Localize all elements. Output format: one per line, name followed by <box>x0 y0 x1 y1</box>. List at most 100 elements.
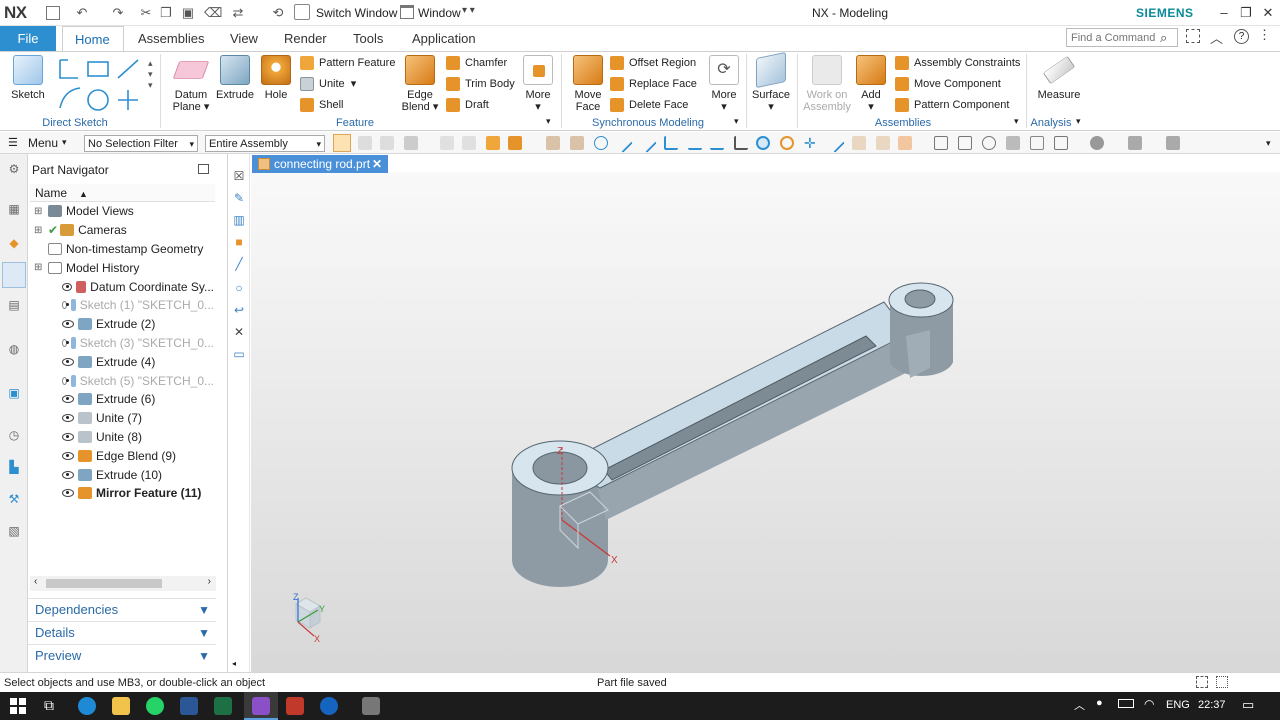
visibility-eye-icon[interactable] <box>62 432 74 441</box>
edge-browser-icon[interactable] <box>78 697 96 715</box>
selection-scope-select[interactable]: Entire Assembly ▾ <box>205 135 325 152</box>
offset-region-button[interactable]: Offset Region <box>610 54 710 72</box>
snap-quadrant-icon[interactable] <box>780 136 794 150</box>
snap-curve-icon[interactable] <box>688 136 702 150</box>
draft-button[interactable]: Draft <box>446 96 526 114</box>
shell-button[interactable]: Shell <box>300 96 400 114</box>
visibility-eye-icon[interactable] <box>62 395 74 404</box>
redo-icon[interactable]: ↷ <box>110 5 126 21</box>
render-style-icon[interactable] <box>1090 136 1104 150</box>
hd3d-tools-icon[interactable]: ◍ <box>6 342 22 358</box>
visibility-eye-icon[interactable] <box>62 282 72 291</box>
full-screen-icon[interactable] <box>1186 29 1200 43</box>
circle-tool-icon[interactable]: ○ <box>231 280 247 296</box>
tree-item[interactable]: Sketch (5) "SKETCH_0... <box>32 371 214 390</box>
profile-tool-icon[interactable]: ↩ <box>231 302 247 318</box>
tree-item[interactable]: Extrude (4) <box>32 352 214 371</box>
move-component-button[interactable]: Move Component <box>895 75 1021 93</box>
excel-icon[interactable] <box>214 697 232 715</box>
screen-recorder-icon[interactable] <box>286 697 304 715</box>
snap-perpendicular-icon[interactable] <box>734 136 748 150</box>
delete-face-button[interactable]: Delete Face <box>610 96 710 114</box>
reuse-library-icon[interactable]: ▤ <box>6 298 22 314</box>
close-toolbar-icon[interactable]: ☒ <box>231 168 247 184</box>
expand-toggle-icon[interactable]: ⊞ <box>34 262 46 273</box>
chamfer-button[interactable]: Chamfer <box>446 54 526 72</box>
tray-overflow-icon[interactable]: ︿ <box>1074 697 1085 713</box>
repeat-command-icon[interactable]: ⇄ <box>230 5 246 21</box>
microphone-icon[interactable]: ● <box>1096 697 1103 709</box>
tree-item[interactable]: Unite (8) <box>32 428 214 447</box>
pattern-feature-button[interactable]: Pattern Feature <box>300 54 400 72</box>
collapse-panel-icon[interactable]: ◂ <box>232 659 236 668</box>
delete-icon[interactable]: ⌫ <box>204 5 222 21</box>
switch-window-button[interactable]: Switch Window <box>316 6 397 20</box>
visibility-eye-icon[interactable] <box>62 451 74 460</box>
tree-item[interactable]: Extrude (2) <box>32 315 214 334</box>
view-fit-icon[interactable] <box>934 136 948 150</box>
web-browser-icon[interactable]: ▣ <box>6 386 22 402</box>
cut-icon[interactable]: ✂ <box>138 5 154 21</box>
scroll-left-icon[interactable]: ‹ <box>34 576 37 587</box>
extrude-button[interactable]: Extrude <box>214 55 256 101</box>
horizontal-scrollbar[interactable]: ‹ › <box>30 576 216 591</box>
filter-clear-icon[interactable] <box>380 136 394 150</box>
select-edge-icon[interactable] <box>462 136 476 150</box>
minimize-button[interactable]: – <box>1214 4 1234 22</box>
snap-box-icon[interactable] <box>546 136 560 150</box>
whatsapp-icon[interactable] <box>146 697 164 715</box>
close-button[interactable]: ✕ <box>1258 4 1278 22</box>
copy-icon[interactable]: ❐ <box>158 5 174 21</box>
tree-item[interactable]: Non-timestamp Geometry <box>32 240 214 259</box>
select-objects-icon[interactable] <box>333 134 351 152</box>
surface-button[interactable]: Surface ▾ <box>750 51 792 113</box>
tree-item[interactable]: Extrude (6) <box>32 390 214 409</box>
feature-group-caret-icon[interactable]: ▾ <box>546 116 551 127</box>
scroll-thumb[interactable] <box>46 579 162 588</box>
measure-button[interactable]: Measure <box>1034 55 1084 101</box>
rectangle-tool-icon[interactable]: ▭ <box>231 346 247 362</box>
tab-view[interactable]: View <box>218 26 270 51</box>
snap-cube-icon[interactable] <box>570 136 584 150</box>
tab-tools[interactable]: Tools <box>341 26 395 51</box>
tab-file[interactable]: File <box>0 26 56 51</box>
history-icon[interactable]: ◷ <box>6 428 22 444</box>
expand-toggle-icon[interactable]: ⊞ <box>34 225 46 236</box>
gallery-scroll-icon[interactable]: ▴ ▾ ▾ <box>148 58 153 91</box>
close-tab-icon[interactable]: ✕ <box>372 155 382 173</box>
roles-icon[interactable]: ▧ <box>6 524 22 540</box>
dependencies-panel[interactable]: Dependencies ▼ <box>28 598 216 620</box>
snap-point-icon[interactable] <box>594 136 608 150</box>
snap-tangent-icon[interactable] <box>710 136 724 150</box>
replace-face-button[interactable]: Replace Face <box>610 75 710 93</box>
tab-home[interactable]: Home <box>62 26 124 51</box>
tree-item[interactable]: ⊞ Model Views <box>32 202 214 221</box>
tree-item[interactable]: Edge Blend (9) <box>32 446 214 465</box>
visibility-eye-icon[interactable] <box>62 376 70 385</box>
part-navigator-tab-icon[interactable] <box>2 262 26 288</box>
collapse-ribbon-icon[interactable]: ︿ <box>1210 28 1223 47</box>
paste-icon[interactable]: ▣ <box>180 5 196 21</box>
display-mode-icon[interactable] <box>1128 136 1142 150</box>
snap-intersection-icon[interactable]: ✛ <box>804 136 818 150</box>
undo-icon[interactable]: ↶ <box>74 5 90 21</box>
tab-render[interactable]: Render <box>272 26 339 51</box>
sync-group-caret-icon[interactable]: ▾ <box>734 116 739 127</box>
visibility-eye-icon[interactable] <box>62 489 74 498</box>
notifications-icon[interactable]: ▭ <box>1242 697 1254 713</box>
tree-item[interactable]: Unite (7) <box>32 409 214 428</box>
layer-settings-icon[interactable] <box>1166 136 1180 150</box>
visibility-eye-icon[interactable] <box>62 414 74 423</box>
snap-extension-icon[interactable] <box>898 136 912 150</box>
file-explorer-icon[interactable] <box>112 697 130 715</box>
visibility-eye-icon[interactable] <box>62 470 74 479</box>
snap-bounded-icon[interactable] <box>876 136 890 150</box>
search-icon[interactable]: ⌕ <box>1160 30 1167 46</box>
full-screen-status-icon[interactable] <box>1196 676 1208 688</box>
system-materials-icon[interactable]: ▙ <box>6 460 22 476</box>
assemblies-group-caret-icon[interactable]: ▾ <box>1014 116 1019 127</box>
visibility-eye-icon[interactable] <box>62 357 74 366</box>
details-panel[interactable]: Details ▼ <box>28 621 216 643</box>
visibility-eye-icon[interactable] <box>62 320 74 329</box>
datum-plane-button[interactable]: Datum Plane ▾ <box>168 55 214 113</box>
